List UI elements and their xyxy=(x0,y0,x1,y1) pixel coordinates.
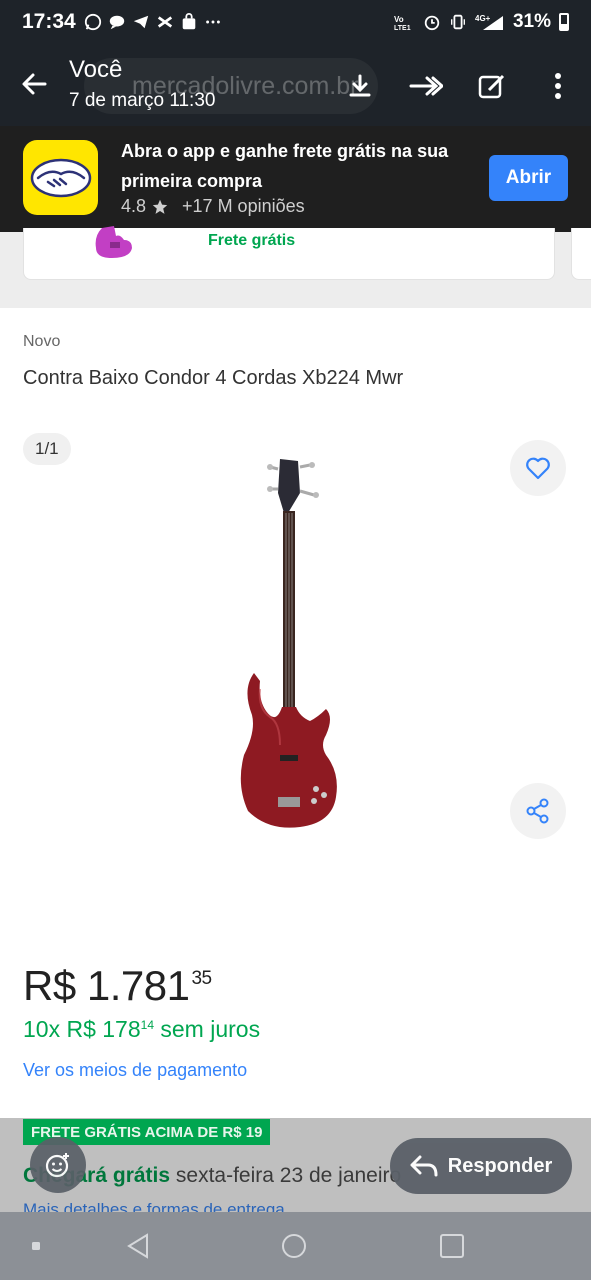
nav-home-button[interactable] xyxy=(274,1226,314,1266)
status-time: 17:34 xyxy=(22,10,76,33)
transfer-icon xyxy=(157,16,172,28)
reply-icon xyxy=(410,1155,438,1177)
download-button[interactable] xyxy=(340,66,380,106)
more-options-button[interactable] xyxy=(538,66,578,106)
heart-icon xyxy=(526,457,550,480)
sender-name: Você xyxy=(69,56,123,83)
installments-cents: 14 xyxy=(140,1018,154,1032)
price-cents: 35 xyxy=(191,968,212,989)
smiley-add-icon xyxy=(45,1153,69,1178)
banner-text: Abra o app e ganhe frete grátis na sua p… xyxy=(121,141,449,191)
back-button[interactable] xyxy=(14,64,54,104)
system-indicators: Vo LTE1 4G+ 31% xyxy=(393,11,569,33)
reply-label: Responder xyxy=(447,1154,553,1177)
whatsapp-icon xyxy=(84,13,101,31)
vibrate-icon xyxy=(450,14,465,30)
image-counter: 1/1 xyxy=(23,433,71,465)
mercadolivre-logo xyxy=(23,140,98,215)
message-date: 7 de março 11:30 xyxy=(69,90,216,111)
svg-text:4G+: 4G+ xyxy=(475,14,491,23)
svg-text:LTE1: LTE1 xyxy=(394,25,411,31)
arrow-left-icon xyxy=(22,73,47,95)
handshake-icon xyxy=(30,158,91,197)
volte-icon: VoLTE1 xyxy=(394,15,411,31)
related-product-thumbnail xyxy=(95,226,132,258)
emoji-reaction-button[interactable] xyxy=(30,1137,86,1193)
notification-icons xyxy=(84,13,222,31)
open-app-button[interactable]: Abrir xyxy=(489,155,568,201)
favorite-button[interactable] xyxy=(510,440,566,496)
nav-back-button[interactable] xyxy=(118,1226,158,1266)
battery-icon xyxy=(559,13,569,31)
product-title: Contra Baixo Condor 4 Cordas Xb224 Mwr xyxy=(23,367,404,389)
product-image-bass-guitar[interactable] xyxy=(230,455,350,835)
installments-suffix: sem juros xyxy=(154,1016,261,1042)
bag-icon xyxy=(182,13,196,30)
more-icon xyxy=(205,20,220,24)
arrival-date: sexta-feira 23 de janeiro xyxy=(170,1164,402,1187)
related-free-shipping: Frete grátis xyxy=(208,232,296,249)
telegram-icon xyxy=(133,15,148,29)
nav-menu-button[interactable] xyxy=(16,1226,56,1266)
chat-icon xyxy=(109,15,124,30)
download-icon xyxy=(349,74,371,97)
forward-icon xyxy=(409,76,443,96)
payment-methods-link[interactable]: Ver os meios de pagamento xyxy=(23,1060,247,1081)
battery-percent: 31% xyxy=(512,11,551,32)
circle-home-icon xyxy=(282,1234,306,1258)
dot-icon xyxy=(32,1242,40,1250)
product-price: R$ 1.781 35 xyxy=(23,962,212,1010)
review-count: +17 M opiniões xyxy=(182,196,305,216)
share-icon xyxy=(526,798,549,824)
installments-info: 10x R$ 17814 sem juros xyxy=(23,1016,260,1043)
app-rating: 4.8 +17 M opiniões xyxy=(121,196,305,217)
svg-text:Vo: Vo xyxy=(394,15,404,24)
edit-icon xyxy=(478,74,505,99)
installments-main: 10x R$ 178 xyxy=(23,1016,141,1042)
triangle-back-icon xyxy=(127,1233,148,1259)
forward-button[interactable] xyxy=(406,66,446,106)
nav-recents-button[interactable] xyxy=(432,1226,472,1266)
square-recents-icon xyxy=(440,1234,464,1258)
status-bar: 17:34 Vo LTE1 4G+ 31% xyxy=(0,0,591,44)
more-vertical-icon xyxy=(555,73,561,99)
alarm-icon xyxy=(424,15,440,31)
price-main: R$ 1.781 xyxy=(23,962,190,1009)
product-condition: Novo xyxy=(23,333,61,350)
edit-button[interactable] xyxy=(472,66,512,106)
star-icon xyxy=(152,199,168,214)
rating-score: 4.8 xyxy=(121,196,147,216)
related-product-card-next[interactable] xyxy=(571,228,591,280)
share-button[interactable] xyxy=(510,783,566,839)
system-navigation-bar xyxy=(0,1212,591,1280)
4g-icon: 4G+ xyxy=(475,14,503,30)
chat-media-header: mercadolivre.com.br Você 7 de março 11:3… xyxy=(0,44,591,126)
reply-button[interactable]: Responder xyxy=(390,1138,572,1194)
